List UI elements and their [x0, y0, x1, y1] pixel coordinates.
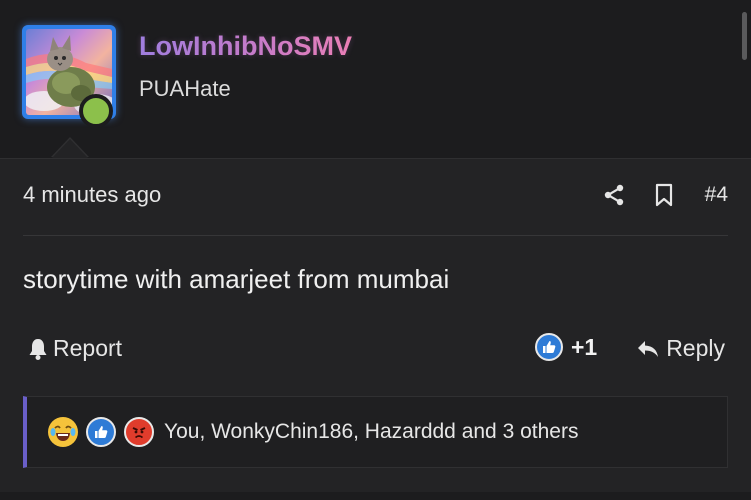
post-meta-actions: #4 — [599, 178, 728, 212]
like-icon — [535, 333, 563, 361]
reply-arrow-icon — [638, 340, 659, 357]
bell-icon — [29, 338, 47, 360]
like-reaction-icon — [86, 417, 116, 447]
post-number-link[interactable]: #4 — [705, 183, 728, 207]
post-page: LowInhibNoSMV PUAHate 4 minutes ago #4 s… — [0, 0, 751, 500]
reactions-bar[interactable]: You, WonkyChin186, Hazarddd and 3 others — [23, 396, 728, 468]
post-bottom-edge — [0, 492, 751, 500]
angry-face-icon — [124, 417, 154, 447]
username[interactable]: LowInhibNoSMV — [139, 31, 352, 62]
reactions-summary[interactable]: You, WonkyChin186, Hazarddd and 3 others — [164, 420, 578, 444]
meta-divider — [23, 235, 728, 236]
post-user-header: LowInhibNoSMV PUAHate — [0, 0, 751, 159]
scrollbar[interactable] — [742, 12, 747, 60]
post-body-text: storytime with amarjeet from mumbai — [23, 264, 450, 294]
bookmark-icon[interactable] — [649, 180, 679, 210]
report-button[interactable]: Report — [27, 335, 122, 362]
report-label: Report — [53, 335, 123, 361]
laughing-crying-emoji-icon — [48, 417, 78, 447]
score-value: +1 — [571, 333, 598, 360]
post-score[interactable]: +1 — [535, 333, 597, 361]
post-timestamp[interactable]: 4 minutes ago — [23, 182, 161, 208]
online-status-indicator — [79, 94, 113, 128]
user-title: PUAHate — [139, 76, 231, 101]
reply-button[interactable]: Reply — [636, 335, 725, 362]
reply-label: Reply — [666, 335, 725, 361]
share-icon[interactable] — [599, 180, 629, 210]
header-pointer — [52, 139, 88, 158]
